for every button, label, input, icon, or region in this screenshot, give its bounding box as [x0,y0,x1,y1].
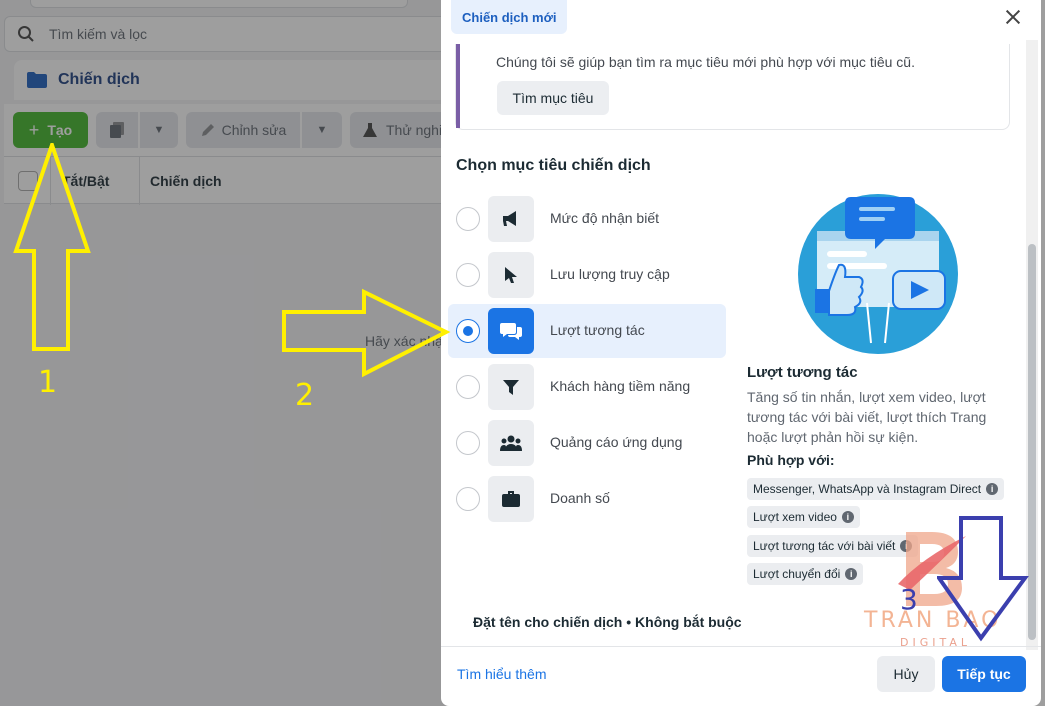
option-label: Lượt tương tác [550,322,645,338]
hint-accent-bar [456,44,460,128]
find-goal-button[interactable]: Tìm mục tiêu [497,81,609,115]
option-label: Khách hàng tiềm năng [550,378,691,394]
option-label: Mức độ nhận biết [550,210,659,226]
annotation-arrow-up [13,143,91,351]
funnel-icon [488,364,534,410]
step-2-label: 2 [295,378,315,413]
fit-chip: Messenger, WhatsApp và Instagram Direct … [747,478,1005,500]
continue-button[interactable]: Tiếp tục [942,656,1026,692]
step-3-label: 3 [900,583,918,616]
objective-option-app-promotion[interactable]: Quảng cáo ứng dụng [448,416,726,470]
option-label: Quảng cáo ứng dụng [550,434,683,450]
chip-label: Lượt xem video [753,510,837,524]
chip-label: Messenger, WhatsApp và Instagram Direct [753,482,982,496]
radio-button[interactable] [456,487,480,511]
tab-new-campaign[interactable]: Chiến dịch mới [451,0,568,34]
people-icon [488,420,534,466]
cancel-button[interactable]: Hủy [877,656,935,692]
objective-option-traffic[interactable]: Lưu lượng truy cập [448,248,726,302]
radio-button[interactable] [456,207,480,231]
objective-option-awareness[interactable]: Mức độ nhận biết [448,192,726,246]
radio-button[interactable] [456,263,480,287]
chat-bubbles-icon [488,308,534,354]
radio-button[interactable] [456,431,480,455]
radio-button[interactable] [456,375,480,399]
objective-option-leads[interactable]: Khách hàng tiềm năng [448,360,726,414]
megaphone-icon [488,196,534,242]
step-1-label: 1 [38,365,58,400]
info-icon[interactable]: i [986,483,999,495]
fit-title: Phù hợp với: [747,452,835,468]
info-icon[interactable]: i [841,511,854,523]
detail-title: Lượt tương tác [747,364,858,381]
annotation-arrow-down [937,516,1029,642]
section-title: Chọn mục tiêu chiến dịch [456,157,651,174]
learn-more-link[interactable]: Tìm hiểu thêm [457,666,546,682]
hint-text: Chúng tôi sẽ giúp bạn tìm ra mục tiêu mớ… [496,54,915,70]
detail-description: Tăng số tin nhắn, lượt xem video, lượt t… [747,389,987,445]
objective-option-engagement[interactable]: Lượt tương tác [448,304,726,358]
fit-chip: Lượt xem video i [747,506,860,528]
radio-button-selected[interactable] [456,319,480,343]
chip-label: Lượt chuyển đổi [753,567,841,581]
goal-hint-box: Chúng tôi sẽ giúp bạn tìm ra mục tiêu mớ… [455,44,1010,130]
scrollbar-thumb[interactable] [1028,244,1036,640]
engagement-illustration [798,194,958,354]
option-label: Lưu lượng truy cập [550,266,670,282]
annotation-arrow-right [282,288,451,378]
campaign-name-label: Đặt tên cho chiến dịch • Không bắt buộc [473,614,742,630]
briefcase-icon [488,476,534,522]
objective-option-sales[interactable]: Doanh số [448,472,726,526]
fit-chip: Lượt chuyển đổi i [747,563,864,585]
cursor-icon [488,252,534,298]
info-icon[interactable]: i [845,568,858,580]
option-label: Doanh số [550,490,610,506]
close-icon[interactable] [1002,6,1024,28]
